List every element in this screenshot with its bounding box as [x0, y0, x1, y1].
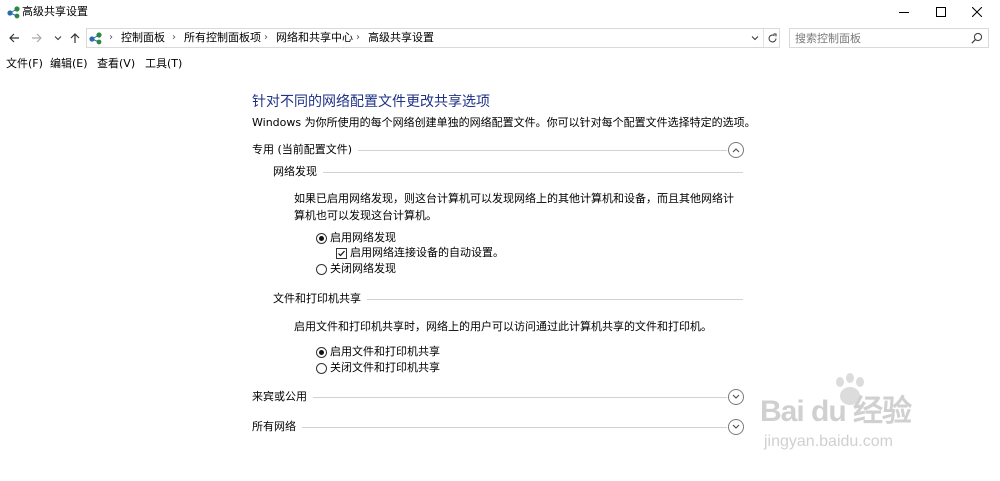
search-input[interactable] — [795, 31, 965, 45]
expand-guest-public-button[interactable] — [728, 389, 744, 405]
arrow-up-icon — [70, 33, 80, 43]
up-button[interactable] — [67, 30, 83, 46]
search-icon[interactable] — [970, 31, 984, 45]
file-printer-sharing-on-option[interactable]: 启用文件和打印机共享 — [316, 345, 440, 359]
watermark-brand: Bai du 经验 — [760, 395, 912, 428]
radio-selected[interactable] — [316, 346, 327, 358]
page-title: 针对不同的网络配置文件更改共享选项 — [252, 94, 490, 110]
section-divider — [252, 397, 727, 398]
breadcrumb-network-sharing-center[interactable]: 网络和共享中心 — [276, 31, 353, 45]
checkbox-checked[interactable] — [336, 247, 347, 259]
network-discovery-on-label: 启用网络发现 — [330, 231, 396, 244]
radio-unselected[interactable] — [316, 362, 327, 374]
close-button[interactable] — [954, 0, 1000, 24]
arrow-left-icon — [9, 33, 19, 43]
file-printer-sharing-heading: 文件和打印机共享 — [273, 292, 367, 306]
menu-file[interactable]: 文件(F) — [6, 57, 43, 71]
minimize-icon — [899, 12, 909, 13]
file-printer-sharing-off-option[interactable]: 关闭文件和打印机共享 — [316, 361, 440, 375]
profile-guest-public-header[interactable]: 来宾或公用 — [252, 390, 313, 404]
arrow-right-icon — [32, 33, 42, 43]
control-panel-icon — [89, 32, 102, 45]
radio-selected[interactable] — [316, 232, 327, 244]
auto-setup-label: 启用网络连接设备的自动设置。 — [350, 246, 504, 259]
chevron-down-icon — [732, 394, 740, 399]
network-sharing-icon — [7, 6, 20, 19]
refresh-icon — [768, 33, 776, 42]
section-divider — [273, 172, 743, 173]
network-discovery-off-option[interactable]: 关闭网络发现 — [316, 262, 396, 276]
section-divider — [252, 427, 727, 428]
profile-private-header[interactable]: 专用 (当前配置文件) — [252, 143, 359, 157]
window-title: 高级共享设置 — [22, 5, 88, 18]
page-description: Windows 为你所使用的每个网络创建单独的网络配置文件。你可以针对每个配置文… — [252, 116, 756, 129]
chevron-down-icon — [751, 36, 759, 41]
chevron-right-icon: › — [172, 32, 176, 43]
close-icon — [972, 7, 982, 17]
forward-button[interactable] — [29, 30, 45, 46]
chevron-down-icon — [732, 424, 740, 429]
menu-edit[interactable]: 编辑(E) — [50, 57, 88, 71]
breadcrumb-all-items[interactable]: 所有控制面板项 — [184, 31, 261, 45]
breadcrumb-control-panel[interactable]: 控制面板 — [121, 31, 165, 45]
back-button[interactable] — [6, 30, 22, 46]
chevron-right-icon: › — [264, 32, 268, 43]
maximize-icon — [936, 7, 946, 17]
network-discovery-on-option[interactable]: 启用网络发现 — [316, 231, 396, 245]
file-printer-sharing-description: 启用文件和打印机共享时，网络上的用户可以访问通过此计算机共享的文件和打印机。 — [294, 320, 712, 333]
address-history-button[interactable] — [748, 29, 762, 47]
file-printer-sharing-off-label: 关闭文件和打印机共享 — [330, 361, 440, 374]
title-bar[interactable] — [0, 0, 1000, 24]
collapse-private-button[interactable] — [728, 142, 744, 158]
chevron-right-icon: › — [356, 32, 360, 43]
checkmark-icon — [338, 250, 345, 256]
refresh-button[interactable] — [763, 29, 780, 47]
file-printer-sharing-on-label: 启用文件和打印机共享 — [330, 345, 440, 358]
menu-tools[interactable]: 工具(T) — [145, 57, 182, 71]
profile-all-networks-header[interactable]: 所有网络 — [252, 420, 302, 434]
watermark-url: jingyan.baidu.com — [764, 433, 893, 450]
network-discovery-description: 如果已启用网络发现，则这台计算机可以发现网络上的其他计算机和设备，而且其他网络计… — [294, 192, 734, 222]
chevron-up-icon — [732, 148, 740, 153]
auto-setup-option[interactable]: 启用网络连接设备的自动设置。 — [336, 246, 504, 260]
breadcrumb-advanced-sharing[interactable]: 高级共享设置 — [368, 31, 434, 45]
radio-unselected[interactable] — [316, 263, 327, 275]
chevron-down-icon — [54, 36, 62, 41]
network-discovery-heading: 网络发现 — [273, 165, 323, 179]
menu-view[interactable]: 查看(V) — [97, 57, 135, 71]
expand-all-networks-button[interactable] — [728, 419, 744, 435]
chevron-right-icon: › — [109, 32, 113, 43]
recent-locations-button[interactable] — [50, 30, 66, 46]
network-discovery-off-label: 关闭网络发现 — [330, 262, 396, 275]
